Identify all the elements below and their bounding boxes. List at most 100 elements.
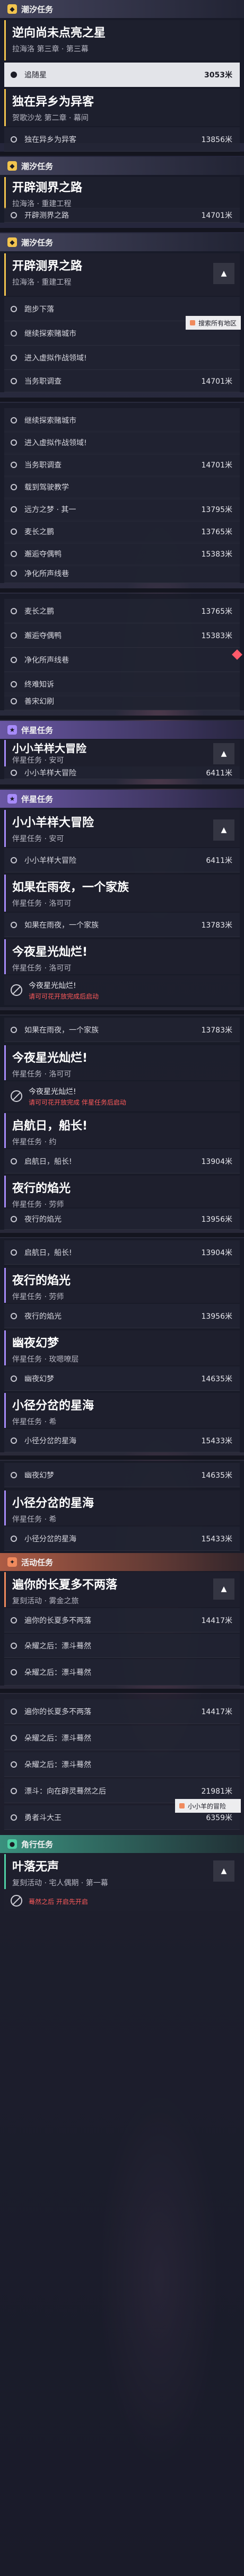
sub-objective-row[interactable]: 遍你的长夏多不两落 14417米 [4,1608,240,1633]
objective-label: 善宋幻刷 [24,697,54,706]
main-quest-icon: ◆ [7,161,17,171]
sub-objective-row[interactable]: 夜行的焰光 13956米 [4,1304,240,1328]
objective-label: 朵耀之后：漂斗蓦然 [24,1760,91,1769]
objective-label: 朵耀之后：漂斗蓦然 [24,1734,91,1743]
quest-card[interactable]: 小径分岔的星海 伴星任务 · 希 [4,1490,240,1525]
quest-card[interactable]: 叶落无声 复刻活动 · 宅人偶期 · 第一幕 ▲ [4,1854,240,1889]
objective-label: 远方之梦 · 其一 [24,505,76,514]
sub-objective-row[interactable]: 载到驾驶教学 [4,475,240,499]
quest-title: 开辟测界之路 [12,181,83,195]
sub-objective-row[interactable]: 朵耀之后：漂斗蓦然 [4,1752,240,1777]
locked-objective-row[interactable]: 今夜星光灿烂! 请可可花开放完成 伴星任务后启动 [4,1081,240,1111]
collapse-toggle-button[interactable]: ▲ [213,743,234,764]
sub-objective-row[interactable]: 小径分岔的星海 15433米 [4,1429,240,1452]
category-header-side[interactable]: ★ 伴星任务 [0,790,244,808]
quest-card[interactable]: 启航日，船长! 伴星任务 · 约 [4,1113,240,1148]
category-header-event[interactable]: ✦ 活动任务 [0,1553,244,1571]
unlock-requirement-text: 蓦然之后 开启先开启 [29,1898,88,1905]
quest-subtitle: 伴星任务 · 劳师 [12,1201,64,1209]
locked-objective-row[interactable]: 蓦然之后 开启先开启 [4,1890,240,1911]
sub-objective-row[interactable]: 邂逅夺偶鸭 15383米 [4,542,240,566]
sub-objective-row[interactable]: 麦长之鹏 13765米 [4,599,240,623]
objective-distance: 6411米 [206,769,232,778]
quest-card[interactable]: 如果在雨夜，一个家族 伴星任务 · 洛可可 [4,875,240,912]
quest-card[interactable]: 小小羊样大冒险 伴星任务 · 安可 ▲ [4,740,240,766]
screenshot-divider [0,1010,244,1014]
sub-objective-row[interactable]: 幽夜幻梦 14635米 [4,1463,240,1487]
objective-label: 追随星 [24,70,47,80]
sub-objective-row[interactable]: 独在异乡为异客 13856米 [4,127,240,152]
sub-objective-row[interactable]: 如果在雨夜，一个家族 13783米 [4,913,240,937]
quest-card[interactable]: 今夜星光灿烂! 伴星任务 · 洛可可 [4,939,240,974]
category-label: 潮汐任务 [21,237,54,248]
sub-objective-row[interactable]: 朵耀之后：漂斗蓦然 [4,1726,240,1750]
sub-objective-row[interactable]: 朵耀之后：漂斗蓦然 [4,1659,240,1686]
collapse-toggle-button[interactable]: ▲ [213,1578,234,1600]
collapse-toggle-button[interactable]: ▲ [213,819,234,841]
objective-bullet-icon [11,1787,17,1794]
sub-objective-row[interactable]: 麦长之鹏 13765米 [4,519,240,544]
quest-card[interactable]: 开辟测界之路 拉海洛 · 重建工程 [4,177,240,209]
category-header-main[interactable]: ◆ 潮汐任务 [0,233,244,251]
quest-card[interactable]: 今夜星光灿烂! 伴星任务 · 洛可可 [4,1045,240,1080]
search-region-tag[interactable]: 搜索所有地区 [186,316,241,330]
category-header-main[interactable]: ◆ 潮汐任务 [0,0,244,18]
locked-objective-row[interactable]: 今夜星光灿烂! 请可可花开放完成后启动 [4,975,240,1005]
sub-objective-row[interactable]: 净化所声线巷 [4,564,240,583]
sub-objective-row[interactable]: 继续探索赌城市 [4,408,240,433]
sub-objective-row[interactable]: 幽夜幻梦 14635米 [4,1366,240,1391]
sub-objective-row[interactable]: 邂逅夺偶鸭 15383米 [4,623,240,648]
quest-card[interactable]: 小径分岔的星海 伴星任务 · 希 [4,1393,240,1428]
sub-objective-row[interactable]: 净化所声线巷 [4,648,240,672]
objective-bullet-icon [11,461,17,468]
sub-objective-row[interactable]: 善宋幻刷 [4,692,240,710]
collapse-toggle-button[interactable]: ▲ [213,263,234,284]
sub-objective-row[interactable]: 小径分岔的星海 15433米 [4,1527,240,1551]
sub-objective-row[interactable]: 小小羊样大冒险 6411米 [4,766,240,779]
objective-distance: 13765米 [201,607,232,616]
unlock-requirement-text: 请可可花开放完成 伴星任务后启动 [29,1098,126,1106]
category-label: 角行任务 [21,1839,54,1849]
sub-objective-row[interactable]: 远方之梦 · 其一 13795米 [4,497,240,522]
sub-objective-row[interactable]: 开辟测界之路 14701米 [4,208,240,223]
quest-subtitle: 伴星任务 · 劳师 [12,1293,64,1301]
sub-objective-row[interactable]: 遍你的长夏多不两落 14417米 [4,1699,240,1724]
objective-distance: 14417米 [201,1707,232,1716]
sub-objective-row[interactable]: 如果在雨夜，一个家族 13783米 [4,1018,240,1042]
quest-card[interactable]: 夜行的焰光 伴星任务 · 劳师 [4,1268,240,1303]
sub-objective-row[interactable]: 夜行的焰光 13956米 [4,1208,240,1230]
quest-subtitle: 拉海洛 · 重建工程 [12,278,72,287]
quest-card[interactable]: 小小羊样大冒险 伴星任务 · 安可 ▲ [4,810,240,847]
category-header-side[interactable]: ★ 伴星任务 [0,721,244,739]
screenshot-divider [0,784,244,789]
quest-notification-tag[interactable]: 小小羊的冒险 [175,1799,241,1813]
sub-objective-row[interactable]: 进入虚拟作战领域! [4,430,240,455]
sub-objective-row[interactable]: 当务职调查 14701米 [4,453,240,477]
objective-label: 漂斗：向在辟灵蓦然之后 [24,1787,106,1796]
quest-card[interactable]: 幽夜幻梦 伴星任务 · 玫嗯嘹层 [4,1330,240,1365]
category-label: 潮汐任务 [21,4,54,14]
quest-title: 独在异乡为异客 [12,95,94,109]
quest-card[interactable]: 开辟测界之路 拉海洛 · 重建工程 ▲ [4,253,240,296]
sub-objective-row[interactable]: 追随星 3053米 [4,63,240,87]
quest-card[interactable]: 遍你的长夏多不两落 复刻活动 · 雾金之旅 ▲ [4,1572,240,1607]
sub-objective-row[interactable]: 朵耀之后：漂斗蓦然 [4,1634,240,1658]
sub-objective-row[interactable]: 启航日，船长! 13904米 [4,1149,240,1174]
category-header-daily[interactable]: ● 角行任务 [0,1835,244,1853]
sub-objective-row[interactable]: 当务职调查 14701米 [4,370,240,392]
quest-card[interactable]: 逆向尚未点亮之星 拉海洛 第三章 · 第三幕 [4,20,240,60]
sub-objective-row[interactable]: 小小羊样大冒险 6411米 [4,848,240,872]
objective-label: 如果在雨夜，一个家族 [24,1026,99,1035]
collapse-toggle-button[interactable]: ▲ [213,1860,234,1882]
quest-card[interactable]: 夜行的焰光 伴星任务 · 劳师 [4,1176,240,1209]
sub-objective-row[interactable]: 进入虚拟作战领域! [4,346,240,370]
objective-distance: 15383米 [201,550,232,559]
objective-label: 麦长之鹏 [24,607,54,616]
objective-bullet-icon [11,377,17,384]
objective-bullet-icon [11,1249,17,1256]
objective-label: 开辟测界之路 [24,211,69,220]
objective-label: 启航日，船长! [24,1248,72,1257]
category-header-main[interactable]: ◆ 潮汐任务 [0,157,244,175]
quest-card[interactable]: 独在异乡为异客 贺歌沙龙 第二章 · 幕间 [4,89,240,126]
sub-objective-row[interactable]: 启航日，船长! 13904米 [4,1240,240,1265]
